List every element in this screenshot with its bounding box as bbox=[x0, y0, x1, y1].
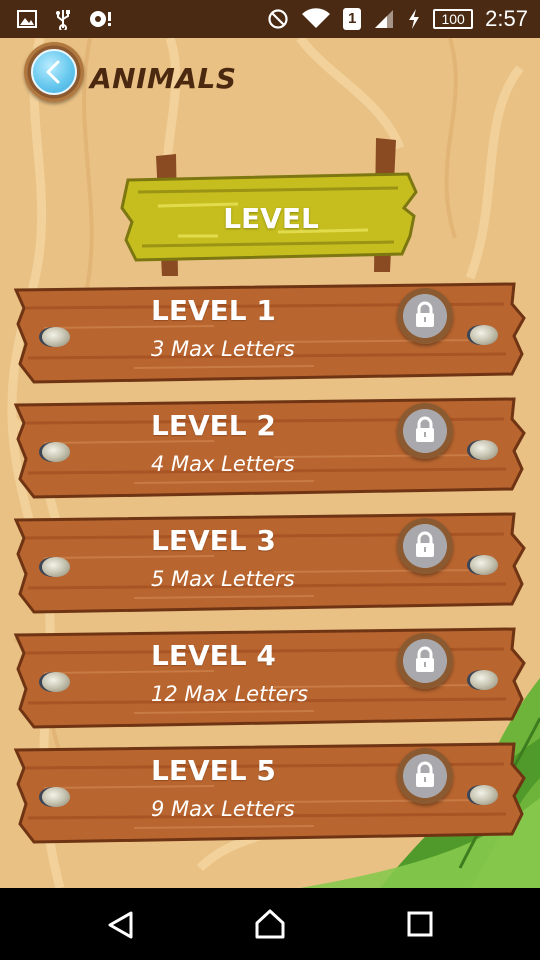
nail-decoration bbox=[42, 442, 70, 462]
level-header-sign: LEVEL bbox=[118, 136, 424, 276]
lock-icon bbox=[416, 531, 434, 557]
recents-square-icon[interactable] bbox=[406, 910, 434, 938]
back-triangle-icon[interactable] bbox=[106, 910, 136, 940]
clock: 2:57 bbox=[485, 6, 528, 31]
nail-decoration bbox=[470, 440, 498, 460]
status-bar: 1 100 2:57 bbox=[0, 0, 540, 38]
level-1-button[interactable]: LEVEL 1 3 Max Letters bbox=[14, 278, 526, 388]
level-3-button[interactable]: LEVEL 3 5 Max Letters bbox=[14, 508, 526, 618]
level-max-letters: 5 Max Letters bbox=[151, 567, 295, 591]
image-icon bbox=[16, 8, 38, 30]
page-title: ANIMALS bbox=[90, 62, 237, 95]
sim-icon: 1 bbox=[343, 8, 362, 30]
signal-icon bbox=[373, 8, 395, 30]
usb-icon bbox=[52, 8, 74, 32]
level-name: LEVEL 1 bbox=[151, 294, 276, 327]
lock-badge bbox=[397, 633, 453, 689]
lock-badge bbox=[397, 403, 453, 459]
nail-decoration bbox=[470, 555, 498, 575]
nail-decoration bbox=[42, 787, 70, 807]
level-name: LEVEL 2 bbox=[151, 409, 276, 442]
lock-badge bbox=[397, 518, 453, 574]
level-max-letters: 4 Max Letters bbox=[151, 452, 295, 476]
level-max-letters: 12 Max Letters bbox=[151, 682, 309, 706]
level-5-button[interactable]: LEVEL 5 9 Max Letters bbox=[14, 738, 526, 848]
lock-badge bbox=[397, 748, 453, 804]
lock-icon bbox=[416, 416, 434, 442]
charging-icon bbox=[407, 8, 421, 30]
level-4-button[interactable]: LEVEL 4 12 Max Letters bbox=[14, 623, 526, 733]
nail-decoration bbox=[42, 327, 70, 347]
navigation-bar bbox=[0, 888, 540, 960]
nail-decoration bbox=[470, 325, 498, 345]
back-button[interactable] bbox=[24, 42, 84, 102]
level-name: LEVEL 3 bbox=[151, 524, 276, 557]
battery-icon: 100 bbox=[433, 9, 474, 29]
lock-icon bbox=[416, 301, 434, 327]
lock-badge bbox=[397, 288, 453, 344]
app-area: ANIMALS LEVEL LEVEL 1 3 Max Letters LEVE… bbox=[0, 38, 540, 888]
level-max-letters: 9 Max Letters bbox=[151, 797, 295, 821]
lock-icon bbox=[416, 646, 434, 672]
do-not-disturb-icon bbox=[267, 8, 289, 30]
level-2-button[interactable]: LEVEL 2 4 Max Letters bbox=[14, 393, 526, 503]
level-max-letters: 3 Max Letters bbox=[151, 337, 295, 361]
lock-icon bbox=[416, 761, 434, 787]
nail-decoration bbox=[42, 557, 70, 577]
sign-title: LEVEL bbox=[223, 202, 319, 235]
chevron-left-icon bbox=[46, 60, 60, 84]
home-icon[interactable] bbox=[254, 908, 286, 940]
nail-decoration bbox=[42, 672, 70, 692]
media-icon bbox=[88, 8, 111, 30]
nail-decoration bbox=[470, 785, 498, 805]
level-name: LEVEL 4 bbox=[151, 639, 276, 672]
level-name: LEVEL 5 bbox=[151, 754, 276, 787]
nail-decoration bbox=[470, 670, 498, 690]
wifi-icon bbox=[301, 8, 331, 30]
